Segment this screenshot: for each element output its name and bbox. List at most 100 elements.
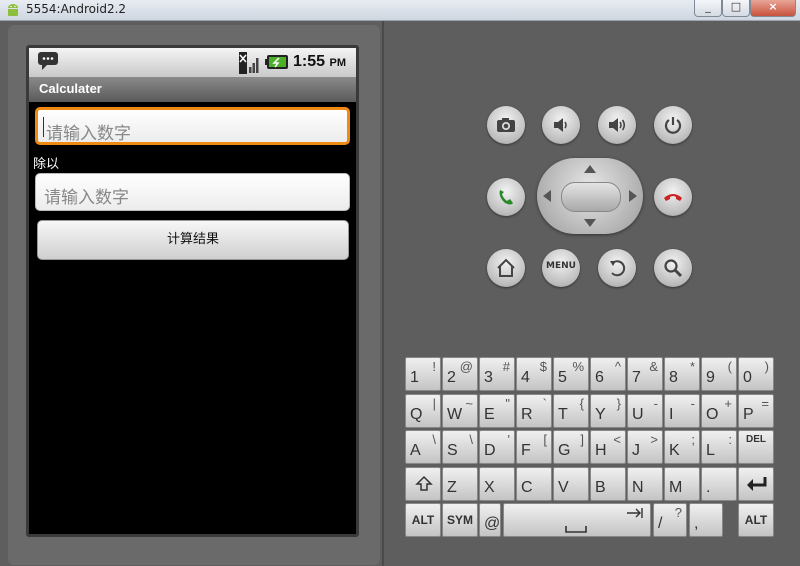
end-call-button[interactable] — [654, 178, 692, 216]
key-3-alt-label: # — [502, 359, 510, 374]
key-l-label: L — [706, 442, 715, 459]
first-number-input[interactable]: 请输入数字 — [35, 107, 350, 145]
key-i[interactable]: I- — [664, 393, 700, 428]
key-f-label: F — [521, 442, 531, 459]
key-y[interactable]: Y} — [590, 393, 626, 428]
key-n-label: N — [632, 478, 644, 496]
key-7[interactable]: 7 & — [627, 357, 663, 391]
key-r-label: R — [521, 405, 533, 423]
key-i-label: I — [669, 405, 674, 423]
key-0-alt-label: ) — [764, 359, 769, 374]
key-g[interactable]: G] — [553, 430, 589, 464]
delete-key[interactable]: DEL — [738, 430, 774, 464]
key-0[interactable]: 0) — [738, 357, 774, 391]
key-5[interactable]: 5% — [553, 357, 589, 391]
key-0-label: 0 — [743, 369, 752, 386]
alt-key-left[interactable]: ALT — [405, 503, 441, 537]
key-t-label: T — [558, 405, 568, 423]
key-t-alt-label: { — [579, 395, 584, 411]
camera-button[interactable] — [487, 106, 525, 144]
key-9[interactable]: 9( — [701, 357, 737, 391]
key-g-alt-label: ] — [580, 432, 584, 447]
key-w[interactable]: W ~ — [442, 393, 478, 428]
back-button[interactable] — [598, 249, 636, 287]
minimize-button[interactable]: _ — [694, 0, 722, 17]
home-button[interactable] — [487, 249, 525, 287]
home-icon — [497, 258, 515, 277]
dpad-right-icon[interactable] — [627, 188, 639, 204]
key-slash[interactable]: /? — [653, 503, 687, 537]
key-c[interactable]: C — [516, 466, 552, 501]
space-key[interactable] — [503, 503, 651, 537]
calculate-button[interactable]: 计算结果 — [37, 220, 349, 260]
enter-icon — [747, 476, 767, 491]
key-m[interactable]: M — [664, 466, 700, 501]
sym-key-label: SYM — [446, 513, 473, 527]
key-a[interactable]: A \ — [405, 430, 441, 464]
menu-button[interactable]: MENU — [542, 249, 580, 287]
dpad-up-icon[interactable] — [582, 163, 598, 175]
key-3[interactable]: 3 # — [479, 357, 515, 391]
call-button[interactable] — [487, 178, 525, 216]
enter-key[interactable] — [738, 466, 774, 501]
key-2[interactable]: 2 @ — [442, 357, 478, 391]
key-8-alt-label: * — [689, 359, 695, 374]
dpad-down-icon[interactable] — [582, 217, 598, 229]
key-b-label: B — [595, 478, 606, 496]
dpad-center-button[interactable] — [561, 182, 621, 212]
key-f[interactable]: F[ — [516, 430, 552, 464]
key-t[interactable]: T{ — [553, 393, 589, 428]
key-at-label: @ — [484, 515, 501, 532]
key-period[interactable]: . — [701, 466, 737, 501]
key-x[interactable]: X — [479, 466, 515, 501]
second-number-input[interactable]: 请输入数字 — [35, 173, 350, 211]
key-o[interactable]: O + — [701, 393, 737, 428]
key-l[interactable]: L: — [701, 430, 737, 464]
key-k-alt-label: ; — [691, 432, 695, 447]
app-title-bar: Calculater — [29, 77, 356, 102]
key-8[interactable]: 8 * — [664, 357, 700, 391]
key-w-label: W — [447, 405, 463, 423]
key-s[interactable]: S \ — [442, 430, 478, 464]
key-s-label: S — [447, 442, 458, 459]
key-u[interactable]: U- — [627, 393, 663, 428]
key-p[interactable]: P = — [738, 393, 774, 428]
key-r[interactable]: R ` — [516, 393, 552, 428]
key-j[interactable]: J > — [627, 430, 663, 464]
key-z[interactable]: Z — [442, 466, 478, 501]
key-e[interactable]: E " — [479, 393, 515, 428]
text-cursor — [43, 117, 44, 137]
key-h[interactable]: H < — [590, 430, 626, 464]
key-comma[interactable]: , — [689, 503, 723, 537]
key-6-label: 6 — [595, 369, 604, 386]
key-b[interactable]: B — [590, 466, 626, 501]
volume-down-button[interactable] — [542, 106, 580, 144]
key-4[interactable]: 4 $ — [516, 357, 552, 391]
key-k[interactable]: K; — [664, 430, 700, 464]
key-at[interactable]: @ — [479, 503, 501, 537]
sym-key[interactable]: SYM — [442, 503, 478, 537]
shift-key[interactable] — [405, 466, 441, 501]
power-button[interactable] — [654, 106, 692, 144]
message-notification-icon[interactable] — [37, 51, 59, 71]
key-q[interactable]: Q | — [405, 393, 441, 428]
key-d[interactable]: D ' — [479, 430, 515, 464]
key-1[interactable]: 1! — [405, 357, 441, 391]
key-v[interactable]: V — [553, 466, 589, 501]
key-n[interactable]: N — [627, 466, 663, 501]
directional-pad[interactable] — [537, 158, 643, 234]
volume-down-icon — [554, 118, 567, 132]
key-6[interactable]: 6 ^ — [590, 357, 626, 391]
key-9-alt-label: ( — [727, 359, 732, 374]
close-button[interactable]: × — [750, 0, 796, 17]
volume-up-button[interactable] — [598, 106, 636, 144]
key-m-label: M — [669, 478, 683, 496]
dpad-left-icon[interactable] — [541, 188, 553, 204]
maximize-button[interactable]: □ — [722, 0, 750, 17]
alt-key-right[interactable]: ALT — [738, 503, 774, 537]
key-z-label: Z — [447, 478, 457, 496]
key-h-alt-label: < — [613, 432, 621, 447]
search-icon — [664, 259, 683, 278]
search-button[interactable] — [654, 249, 692, 287]
key-2-alt-label: @ — [459, 359, 473, 374]
